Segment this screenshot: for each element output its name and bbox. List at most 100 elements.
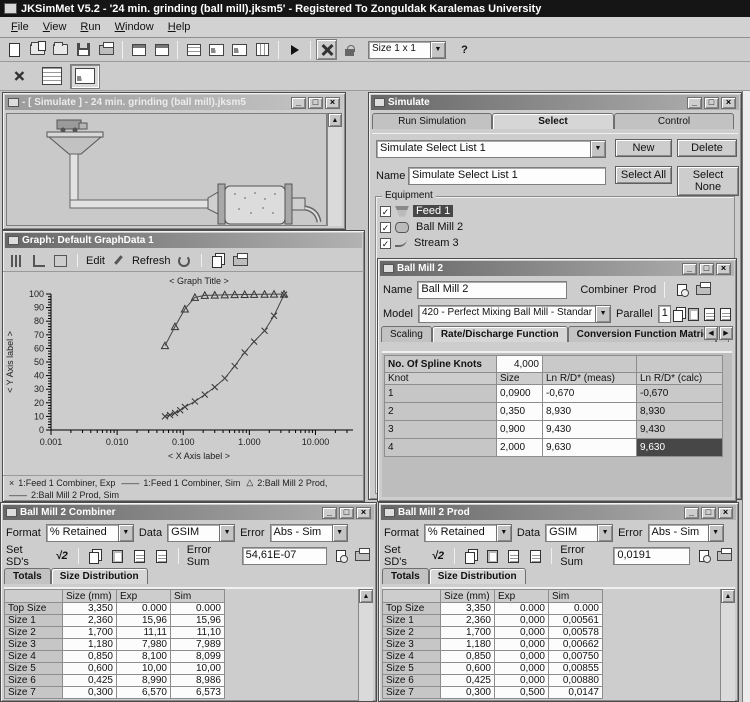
minimize-button[interactable]: _ [322, 506, 337, 519]
value-cell[interactable]: 3,350 [440, 602, 495, 615]
chevron-down-icon[interactable]: ▼ [331, 524, 348, 542]
value-cell[interactable]: 3,350 [62, 602, 117, 615]
copy-button[interactable] [673, 305, 683, 323]
paste-table-button[interactable] [152, 547, 170, 565]
fit-button[interactable] [206, 39, 227, 60]
maximize-button[interactable]: □ [308, 96, 323, 109]
axis-scale-button[interactable] [52, 252, 69, 269]
value-cell[interactable]: 0,000 [494, 662, 549, 675]
combiner-titlebar[interactable]: Ball Mill 2 Combiner _ □ × [3, 505, 374, 520]
chevron-down-icon[interactable]: ▼ [495, 524, 512, 542]
value-cell[interactable]: 0,000 [494, 674, 549, 687]
value-cell[interactable]: 9,430 [542, 420, 637, 439]
value-cell[interactable]: 11,10 [170, 626, 225, 639]
print-button[interactable] [354, 547, 371, 565]
equipment-name[interactable]: Ball Mill 2 [413, 221, 466, 233]
value-cell[interactable]: 1,180 [62, 638, 117, 651]
minimize-button[interactable]: _ [682, 262, 697, 275]
value-cell[interactable]: 0,000 [494, 638, 549, 651]
data-dropdown[interactable]: GSIM ▼ [167, 524, 236, 542]
value-cell[interactable]: 8,930 [636, 402, 723, 421]
minimize-button[interactable]: _ [684, 506, 699, 519]
value-cell[interactable]: 0,0147 [548, 686, 603, 699]
menu-window[interactable]: Window [108, 19, 161, 35]
simulate-titlebar[interactable]: Simulate _ □ × [371, 95, 739, 110]
paste-table-button[interactable] [526, 547, 544, 565]
copy-table-button[interactable] [704, 305, 715, 323]
help-button[interactable]: ? [454, 39, 475, 60]
scroll-up-icon[interactable]: ▲ [328, 113, 342, 127]
value-cell[interactable]: 0,00855 [548, 662, 603, 675]
value-cell[interactable]: 8,990 [116, 674, 171, 687]
tab-totals[interactable]: Totals [382, 568, 429, 584]
value-cell[interactable]: 0,425 [62, 674, 117, 687]
value-cell[interactable]: 0,600 [440, 662, 495, 675]
refresh-icon-button[interactable] [175, 252, 193, 269]
prod-port-link[interactable]: Prod [633, 284, 656, 296]
value-cell[interactable]: 0,000 [494, 614, 549, 627]
prod-scrollbar[interactable]: ▲ [720, 589, 735, 701]
graph-window-button[interactable] [229, 39, 250, 60]
value-cell[interactable]: -0,670 [542, 384, 637, 403]
value-cell[interactable]: 0.000 [548, 602, 603, 615]
value-cell[interactable]: 7,980 [116, 638, 171, 651]
paste-button[interactable] [688, 305, 699, 323]
format-dropdown[interactable]: % Retained ▼ [423, 524, 512, 542]
edit-button[interactable]: Edit [86, 255, 105, 267]
close-button[interactable]: × [356, 506, 371, 519]
copy-table-button[interactable] [130, 547, 148, 565]
size-selector[interactable]: Size 1 x 1 ▼ [368, 40, 446, 59]
error-dropdown[interactable]: Abs - Sim ▼ [269, 524, 348, 542]
value-cell[interactable]: 8,100 [116, 650, 171, 663]
equipment-item[interactable]: ✓ Feed 1 [376, 203, 734, 219]
sqrt2-button[interactable]: √2 [53, 547, 71, 565]
value-cell[interactable]: -0,670 [636, 384, 723, 403]
bars-view-button[interactable] [8, 252, 25, 269]
tab-rate-discharge[interactable]: Rate/Discharge Function [431, 326, 568, 342]
print-button[interactable] [716, 547, 734, 565]
tab-scaling[interactable]: Scaling [381, 326, 432, 342]
tab-conversion-matrices[interactable]: Conversion Function Matrices [567, 326, 716, 342]
maximize-button[interactable]: □ [701, 506, 716, 519]
value-cell[interactable]: 8,099 [170, 650, 225, 663]
properties-button[interactable] [128, 39, 149, 60]
chevron-down-icon[interactable]: ▼ [430, 40, 446, 59]
run-button[interactable] [284, 39, 305, 60]
spreadsheet-button[interactable] [252, 39, 273, 60]
value-cell[interactable]: 2,360 [440, 614, 495, 627]
tab-totals[interactable]: Totals [4, 568, 51, 584]
close-button[interactable]: × [721, 96, 736, 109]
value-cell[interactable]: 0.000 [170, 602, 225, 615]
flowsheet-scrollbar[interactable]: ▲ [327, 113, 342, 226]
format-dropdown[interactable]: % Retained ▼ [45, 524, 134, 542]
tab-size-distribution[interactable]: Size Distribution [50, 568, 148, 584]
value-cell[interactable]: 0,850 [440, 650, 495, 663]
close-button[interactable]: × [325, 96, 340, 109]
lock-button[interactable] [339, 39, 360, 60]
scroll-up-icon[interactable]: ▲ [359, 589, 373, 603]
value-cell[interactable]: 0,600 [62, 662, 117, 675]
chevron-down-icon[interactable]: ▼ [597, 524, 614, 542]
model-dropdown[interactable]: 420 - Perfect Mixing Ball Mill - Standar… [417, 305, 612, 323]
checkbox[interactable]: ✓ [380, 237, 391, 249]
chevron-down-icon[interactable]: ▼ [707, 524, 724, 542]
value-cell[interactable]: 0,900 [496, 420, 543, 439]
tab-control[interactable]: Control [614, 113, 734, 129]
preview-button[interactable] [695, 547, 712, 565]
value-cell[interactable]: 6,570 [116, 686, 171, 699]
menu-help[interactable]: Help [161, 19, 198, 35]
print-unit-button[interactable] [695, 281, 713, 299]
menu-view[interactable]: View [36, 19, 74, 35]
copy-graph-button[interactable] [209, 252, 227, 269]
value-cell[interactable]: 0,0900 [496, 384, 543, 403]
value-cell[interactable]: 0,425 [440, 674, 495, 687]
graph-titlebar[interactable]: Graph: Default GraphData 1 [5, 233, 362, 248]
value-cell[interactable]: 0.000 [116, 602, 171, 615]
window-properties-button[interactable] [151, 39, 172, 60]
parallel-field[interactable]: 1 [657, 305, 671, 323]
value-cell[interactable]: 0,850 [62, 650, 117, 663]
value-cell[interactable]: 0,500 [494, 686, 549, 699]
maximize-button[interactable]: □ [699, 262, 714, 275]
delete-button[interactable]: Delete [677, 139, 737, 157]
value-cell[interactable]: 9,430 [636, 420, 723, 439]
